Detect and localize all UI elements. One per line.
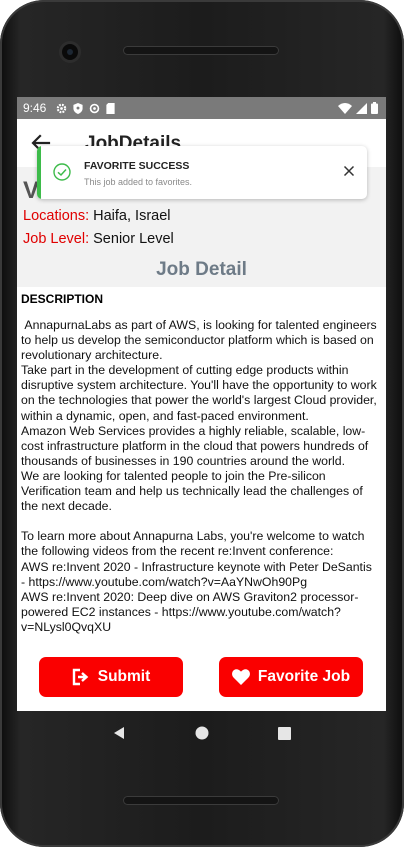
toast-accent-bar [37, 146, 41, 199]
job-level-value: Senior Level [89, 231, 174, 247]
screen: 9:46 JobDetails V Locations: Haifa, Isra… [17, 97, 386, 711]
submit-button[interactable]: Submit [39, 657, 183, 697]
close-icon[interactable] [343, 165, 355, 177]
description-title: DESCRIPTION [21, 292, 104, 306]
toast-message: This job added to favorites. [84, 177, 193, 187]
wifi-icon [338, 102, 352, 114]
status-system-icons [338, 102, 378, 114]
status-notification-icons [56, 102, 115, 114]
favorite-job-button[interactable]: Favorite Job [219, 657, 363, 697]
bottom-speaker [123, 796, 279, 805]
front-camera [62, 44, 78, 60]
signal-icon [356, 102, 367, 114]
exit-icon [72, 668, 89, 686]
heart-icon [231, 669, 250, 685]
check-circle-icon [53, 163, 71, 181]
nav-recents-icon[interactable] [278, 726, 292, 740]
shield-icon [73, 102, 83, 114]
favorite-success-toast: FAVORITE SUCCESS This job added to favor… [37, 146, 367, 199]
status-time: 9:46 [23, 101, 47, 115]
favorite-job-label: Favorite Job [257, 668, 351, 685]
locations-row: Locations: Haifa, Israel [23, 208, 171, 224]
phone-frame: 9:46 JobDetails V Locations: Haifa, Isra… [0, 0, 404, 847]
system-navigation-bar [17, 711, 386, 755]
description-box[interactable]: DESCRIPTION AnnapurnaLabs as part of AWS… [17, 287, 386, 645]
nav-back-icon[interactable] [112, 726, 126, 740]
job-detail-heading: Job Detail [156, 259, 247, 280]
job-level-label: Job Level: [23, 231, 90, 247]
toast-title: FAVORITE SUCCESS [84, 160, 190, 172]
sync-icon [90, 103, 100, 113]
top-speaker [123, 46, 279, 55]
submit-label: Submit [97, 668, 151, 685]
job-level-row: Job Level: Senior Level [23, 231, 174, 247]
locations-label: Locations: [23, 208, 90, 224]
status-bar: 9:46 [17, 97, 386, 119]
battery-icon [371, 102, 378, 114]
nav-home-icon[interactable] [195, 726, 209, 740]
settings-icon [57, 103, 67, 113]
sd-card-icon [106, 102, 115, 114]
description-text: AnnapurnaLabs as part of AWS, is looking… [21, 318, 377, 634]
locations-value: Haifa, Israel [89, 208, 171, 224]
job-content: V Locations: Haifa, Israel Job Level: Se… [17, 167, 386, 645]
